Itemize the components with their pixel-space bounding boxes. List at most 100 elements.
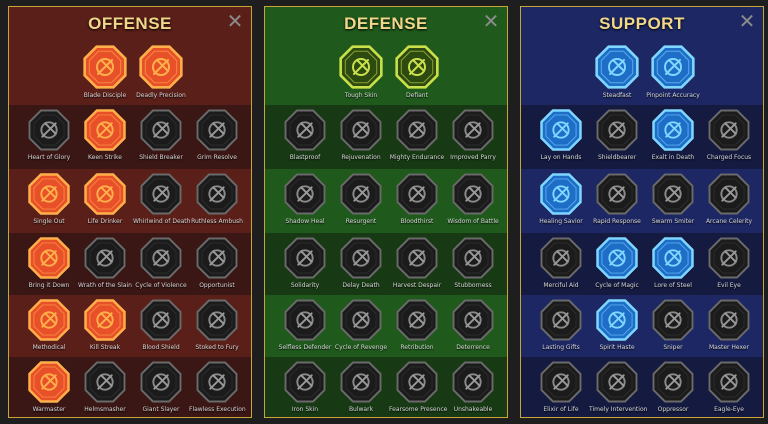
skill-shield-breaker[interactable]: Shield Breaker xyxy=(133,107,189,161)
skill-icon xyxy=(21,235,77,281)
skill-improved-parry[interactable]: Improved Parry xyxy=(445,107,501,161)
skill-stubborness[interactable]: Stubborness xyxy=(445,235,501,289)
skill-label: Healing Savior xyxy=(539,218,583,225)
skill-lasting-gifts[interactable]: Lasting Gifts xyxy=(533,297,589,351)
skill-master-hexer[interactable]: Master Hexer xyxy=(701,297,757,351)
skill-sniper[interactable]: Sniper xyxy=(645,297,701,351)
skill-unshakeable[interactable]: Unshakeable xyxy=(445,359,501,413)
skill-shadow-heal[interactable]: Shadow Heal xyxy=(277,171,333,225)
skill-bring-it-down[interactable]: Bring it Down xyxy=(21,235,77,289)
skill-stoked-to-fury[interactable]: Stoked to Fury xyxy=(189,297,245,351)
skill-icon xyxy=(133,359,189,405)
close-icon[interactable]: ✕ xyxy=(225,11,245,31)
skill-lay-on-hands[interactable]: Lay on Hands xyxy=(533,107,589,161)
skill-icon xyxy=(589,171,645,217)
skill-harvest-despair[interactable]: Harvest Despair xyxy=(389,235,445,289)
skill-wrath-of-the-slain[interactable]: Wrath of the Slain xyxy=(77,235,133,289)
skill-label: Blade Disciple xyxy=(83,92,127,99)
skill-label: Defiant xyxy=(406,92,428,99)
skill-spirit-haste[interactable]: Spirit Haste xyxy=(589,297,645,351)
skill-cycle-of-violence[interactable]: Cycle of Violence xyxy=(133,235,189,289)
skill-merciful-aid[interactable]: Merciful Aid xyxy=(533,235,589,289)
skill-whirlwind-of-death[interactable]: Whirlwind of Death xyxy=(133,171,190,225)
skill-timely-intervention[interactable]: Timely Intervention xyxy=(589,359,647,413)
skill-icon xyxy=(333,359,389,405)
skill-steadfast[interactable]: Steadfast xyxy=(589,43,645,99)
close-icon[interactable]: ✕ xyxy=(481,11,501,31)
skill-icon xyxy=(189,107,245,153)
skill-oppressor[interactable]: Oppressor xyxy=(645,359,701,413)
skill-mighty-endurance[interactable]: Mighty Endurance xyxy=(389,107,445,161)
skill-iron-skin[interactable]: Iron Skin xyxy=(277,359,333,413)
skill-lore-of-steel[interactable]: Lore of Steel xyxy=(645,235,701,289)
skill-ruthless-ambush[interactable]: Ruthless Ambush xyxy=(189,171,245,225)
skill-label: Resurgent xyxy=(345,218,377,225)
skill-flawless-execution[interactable]: Flawless Execution xyxy=(189,359,246,413)
skill-grim-resolve[interactable]: Grim Resolve xyxy=(189,107,245,161)
skill-deterrence[interactable]: Deterrence xyxy=(445,297,501,351)
skill-delay-death[interactable]: Delay Death xyxy=(333,235,389,289)
skill-warmaster[interactable]: Warmaster xyxy=(21,359,77,413)
skill-opportunist[interactable]: Opportunist xyxy=(189,235,245,289)
skill-fearsome-presence[interactable]: Fearsome Presence xyxy=(389,359,447,413)
close-icon[interactable]: ✕ xyxy=(737,11,757,31)
skill-eagle-eye[interactable]: Eagle-Eye xyxy=(701,359,757,413)
skill-rejuvenation[interactable]: Rejuvenation xyxy=(333,107,389,161)
skill-label: Wisdom of Battle xyxy=(447,218,499,225)
skill-life-drinker[interactable]: Life Drinker xyxy=(77,171,133,225)
skill-tough-skin[interactable]: Tough Skin xyxy=(333,43,389,99)
skill-methodical[interactable]: Methodical xyxy=(21,297,77,351)
skill-blood-shield[interactable]: Blood Shield xyxy=(133,297,189,351)
skill-swarm-smiter[interactable]: Swarm Smiter xyxy=(645,171,701,225)
skill-heart-of-glory[interactable]: Heart of Glory xyxy=(21,107,77,161)
skill-label: Eagle-Eye xyxy=(714,406,744,413)
skill-blade-disciple[interactable]: Blade Disciple xyxy=(77,43,133,99)
skill-deadly-precision[interactable]: Deadly Precision xyxy=(133,43,189,99)
skill-label: Blood Shield xyxy=(142,344,180,351)
skill-retribution[interactable]: Retribution xyxy=(389,297,445,351)
skill-resurgent[interactable]: Resurgent xyxy=(333,171,389,225)
skill-icon xyxy=(277,297,333,343)
skill-cycle-of-revenge[interactable]: Cycle of Revenge xyxy=(333,297,389,351)
skill-kill-streak[interactable]: Kill Streak xyxy=(77,297,133,351)
skill-wisdom-of-battle[interactable]: Wisdom of Battle xyxy=(445,171,501,225)
skill-icon xyxy=(701,359,757,405)
skill-elixir-of-life[interactable]: Elixir of Life xyxy=(533,359,589,413)
skill-rapid-response[interactable]: Rapid Response xyxy=(589,171,645,225)
skill-icon xyxy=(77,359,133,405)
skill-giant-slayer[interactable]: Giant Slayer xyxy=(133,359,189,413)
skill-bloodthirst[interactable]: Bloodthirst xyxy=(389,171,445,225)
skill-defiant[interactable]: Defiant xyxy=(389,43,445,99)
skill-cycle-of-magic[interactable]: Cycle of Magic xyxy=(589,235,645,289)
skill-label: Lore of Steel xyxy=(654,282,692,289)
skill-label: Exalt in Death xyxy=(651,154,695,161)
skill-healing-savior[interactable]: Healing Savior xyxy=(533,171,589,225)
skill-icon xyxy=(389,171,445,217)
skill-label: Merciful Aid xyxy=(543,282,579,289)
skill-icon xyxy=(701,171,757,217)
skill-single-out[interactable]: Single Out xyxy=(21,171,77,225)
skill-icon xyxy=(533,297,589,343)
skill-bulwark[interactable]: Bulwark xyxy=(333,359,389,413)
skill-label: Stubborness xyxy=(454,282,492,289)
skill-solidarity[interactable]: Solidarity xyxy=(277,235,333,289)
skill-label: Warmaster xyxy=(32,406,66,413)
skill-icon xyxy=(333,297,389,343)
skill-icon xyxy=(445,171,501,217)
skill-arcane-celerity[interactable]: Arcane Celerity xyxy=(701,171,757,225)
skill-blastproof[interactable]: Blastproof xyxy=(277,107,333,161)
skill-pinpoint-accuracy[interactable]: Pinpoint Accuracy xyxy=(645,43,701,99)
skill-shieldbearer[interactable]: Shieldbearer xyxy=(589,107,645,161)
skill-label: Arcane Celerity xyxy=(705,218,753,225)
skill-label: Wrath of the Slain xyxy=(78,282,132,289)
skill-helmsmasher[interactable]: Helmsmasher xyxy=(77,359,133,413)
skill-selfless-defender[interactable]: Selfless Defender xyxy=(277,297,333,351)
skill-exalt-in-death[interactable]: Exalt in Death xyxy=(645,107,701,161)
skill-icon xyxy=(445,107,501,153)
skill-charged-focus[interactable]: Charged Focus xyxy=(701,107,757,161)
skill-keen-strike[interactable]: Keen Strike xyxy=(77,107,133,161)
skill-label: Iron Skin xyxy=(291,406,319,413)
skill-label: Shieldbearer xyxy=(597,154,637,161)
skill-icon xyxy=(701,297,757,343)
skill-evil-eye[interactable]: Evil Eye xyxy=(701,235,757,289)
